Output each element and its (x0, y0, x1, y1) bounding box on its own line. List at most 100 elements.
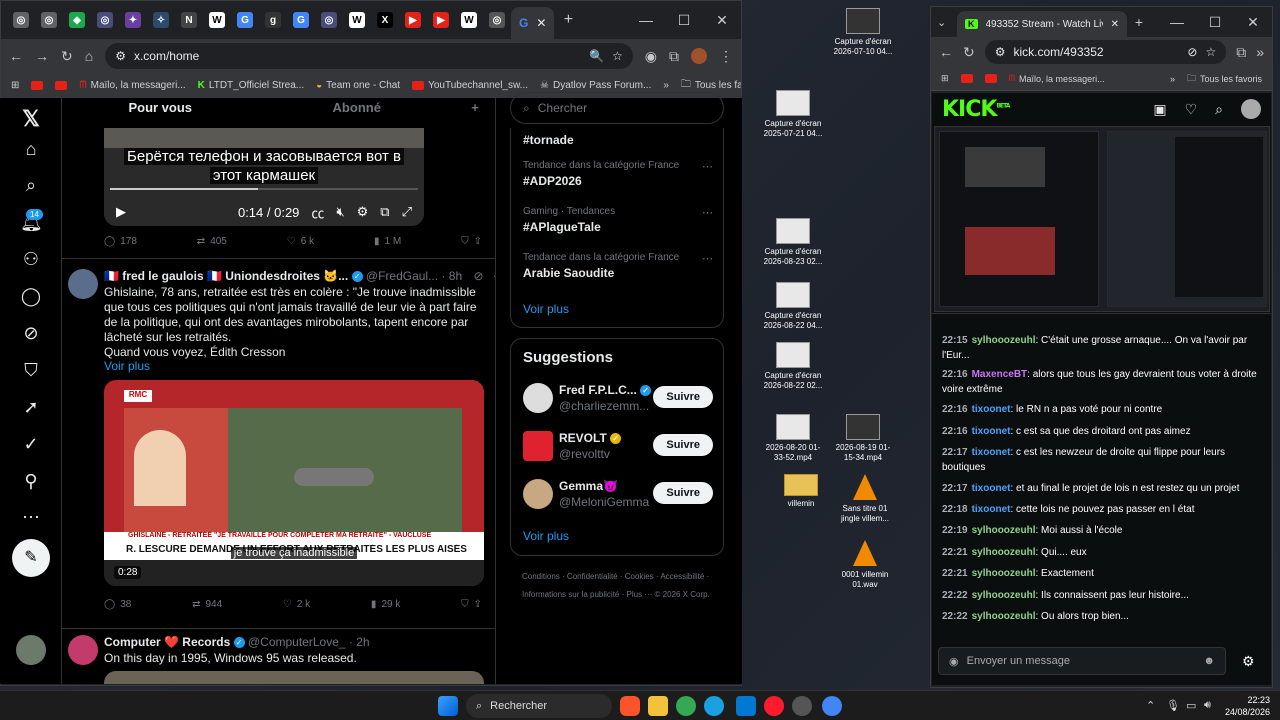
emoji-icon[interactable]: ☻ (1203, 655, 1215, 667)
address-bar[interactable]: ⚙ kick.com/493352 ⊘ ☆ (984, 40, 1227, 64)
add-tab-icon[interactable]: + (455, 100, 495, 120)
suggestion-item[interactable]: Fred F.P.L.C... ✓ @charliezemm... Suivre (523, 381, 713, 415)
address-bar[interactable]: ⚙ x.com/home 🔍 ☆ (105, 43, 633, 69)
trend-item[interactable]: Tendance dans la catégorie France Arabie … (523, 252, 713, 280)
suggestion-item[interactable]: Gemma😈 @MeloniGemma Suivre (523, 477, 713, 511)
search-input[interactable]: ⌕ Chercher (510, 92, 724, 124)
tweet-video[interactable]: RMC GHISLAINE - RETRAITÉE "JE TRAVAILLE … (104, 380, 484, 586)
new-tab-button[interactable]: + (554, 11, 582, 29)
desktop-file-icon[interactable]: Capture d'écran 2026-08-22 02... (762, 342, 824, 391)
site-info-icon[interactable]: ⚙ (995, 45, 1006, 59)
views-button[interactable]: ▮ 1 M (374, 236, 401, 247)
tab-icon[interactable]: ✧ (147, 6, 175, 34)
trend-more-icon[interactable]: ⋯ (702, 160, 713, 173)
zoom-icon[interactable]: 🔍 (589, 49, 604, 63)
bookmark-button[interactable]: ⛉ ⇪ (461, 599, 482, 610)
suggestion-avatar[interactable] (523, 383, 553, 413)
chat-username[interactable]: sylhooozeuhl (972, 568, 1036, 579)
account-avatar[interactable] (16, 635, 46, 665)
trend-more-icon[interactable]: ⋯ (702, 206, 713, 219)
chat-username[interactable]: sylhooozeuhl (972, 525, 1036, 536)
tab-icon[interactable]: ◎ (35, 6, 63, 34)
tab-active[interactable]: K 493352 Stream - Watch Live on ✕ (957, 11, 1127, 37)
suggestion-name[interactable]: Fred F.P.L.C... ✓ (559, 383, 652, 397)
more-options-icon[interactable]: ⋯ (493, 269, 495, 283)
tab-icon[interactable]: ◆ (63, 6, 91, 34)
share-icon[interactable]: ⇪ (474, 236, 482, 247)
like-button[interactable]: ♡ 6 k (287, 236, 314, 247)
kick-logo[interactable]: KICKBETA (942, 97, 1010, 122)
search-icon[interactable]: ⌕ (1215, 101, 1223, 118)
tab-icon[interactable]: W (455, 6, 483, 34)
footer-link[interactable]: Plus ··· (627, 590, 653, 599)
home-icon[interactable]: ⌂ (20, 138, 42, 160)
network-icon[interactable]: ▭ (1186, 699, 1196, 712)
bookmark-teamone[interactable]: ◒ Team one - Chat (316, 80, 400, 91)
more-bookmarks-icon[interactable]: » (663, 80, 669, 91)
chat-username[interactable]: tixoonet (972, 504, 1011, 515)
tweet-media[interactable] (104, 671, 484, 684)
vlc-file-icon[interactable]: 0001 villemin 01.wav (834, 540, 896, 590)
tab-icon[interactable]: ◎ (91, 6, 119, 34)
heart-icon[interactable]: ♡ (1185, 101, 1198, 118)
trend-item[interactable]: #tornade (523, 130, 713, 147)
chat-username[interactable]: MaxenceBT (972, 369, 1028, 380)
author-name[interactable]: 🇫🇷 fred le gaulois 🇫🇷 Uniondesdroites 🐱.… (104, 269, 348, 283)
author-avatar[interactable] (68, 269, 98, 299)
bookmark-youtube[interactable] (31, 81, 44, 90)
bookmark-youtube[interactable] (984, 74, 997, 83)
chat-username[interactable]: tixoonet (972, 447, 1011, 458)
bookmark-star-icon[interactable]: ☆ (612, 49, 623, 63)
browse-icon[interactable]: ▣ (1153, 101, 1166, 118)
tray-chevron-icon[interactable]: ⌃ (1146, 699, 1155, 712)
verified-icon[interactable]: ✓ (20, 433, 42, 455)
chat-username[interactable]: tixoonet (972, 483, 1011, 494)
footer-link[interactable]: Informations sur la publicité (522, 590, 619, 599)
more-icon[interactable]: ⋯ (20, 506, 42, 528)
suggestion-name[interactable]: REVOLT ✓ (559, 431, 622, 445)
grok-icon[interactable]: ⊘ (473, 269, 483, 283)
brave-icon[interactable] (620, 696, 640, 716)
close-window-button[interactable]: ✕ (1234, 14, 1272, 31)
follow-button[interactable]: Suivre (653, 482, 713, 504)
reply-button[interactable]: ◯ 38 (104, 599, 131, 610)
chat-settings-icon[interactable]: ⚙ (1242, 653, 1255, 670)
bookmark-youtube-channel[interactable]: YouTubechannel_sw... (412, 80, 528, 91)
bookmark-mailo[interactable]: ᗰ Maïlo, la messageri... (79, 80, 185, 91)
chat-input[interactable]: ◉ Envoyer un message ☻ (938, 647, 1226, 675)
bookmark-kick[interactable]: K LTDT_Officiel Strea... (198, 80, 304, 91)
more-icon[interactable]: » (1256, 44, 1264, 60)
reload-icon[interactable]: ↻ (61, 48, 73, 65)
new-tab-button[interactable]: + (1127, 14, 1151, 30)
footer-link[interactable]: Cookies (625, 572, 654, 581)
bookmark-youtube[interactable] (55, 81, 68, 90)
desktop-file-icon[interactable]: 2026-08-20 01-33-52.mp4 (762, 414, 824, 463)
app-icon[interactable] (736, 696, 756, 716)
captions-icon[interactable]: ㏄ (311, 203, 324, 222)
volume-icon[interactable]: 🔊︎ (1204, 699, 1211, 712)
apps-icon[interactable]: ⊞ (941, 73, 949, 84)
tab-icon[interactable]: ◎ (315, 6, 343, 34)
home-icon[interactable]: ⌂ (85, 48, 93, 64)
extensions-icon[interactable]: ⧉ (1236, 44, 1246, 61)
tab-icon[interactable]: ▶ (399, 6, 427, 34)
opera-icon[interactable] (764, 696, 784, 716)
desktop-file-icon[interactable]: Capture d'écran 2026-07-10 04... (832, 8, 894, 57)
tab-icon[interactable]: G (231, 6, 259, 34)
back-icon[interactable]: ← (939, 44, 953, 60)
tab-icon[interactable]: G (287, 6, 315, 34)
chat-username[interactable]: sylhooozeuhl (972, 547, 1036, 558)
bookmark-youtube[interactable] (960, 74, 973, 83)
fullscreen-icon[interactable]: ⤢ (402, 204, 412, 220)
maximize-button[interactable]: ☐ (1196, 14, 1234, 31)
start-icon[interactable] (438, 696, 458, 716)
suggestion-item[interactable]: REVOLT ✓ @revolttv Suivre (523, 429, 713, 463)
tab-icon[interactable]: W (203, 6, 231, 34)
author-handle[interactable]: @ComputerLove_ · 2h (248, 635, 370, 649)
chat-username[interactable]: sylhooozeuhl (972, 611, 1036, 622)
footer-link[interactable]: Conditions (522, 572, 560, 581)
close-window-button[interactable]: ✕ (703, 12, 741, 29)
back-icon[interactable]: ← (9, 48, 23, 64)
tweet[interactable]: 🇫🇷 fred le gaulois 🇫🇷 Uniondesdroites 🐱.… (62, 258, 495, 624)
trend-more-icon[interactable]: ⋯ (702, 252, 713, 265)
